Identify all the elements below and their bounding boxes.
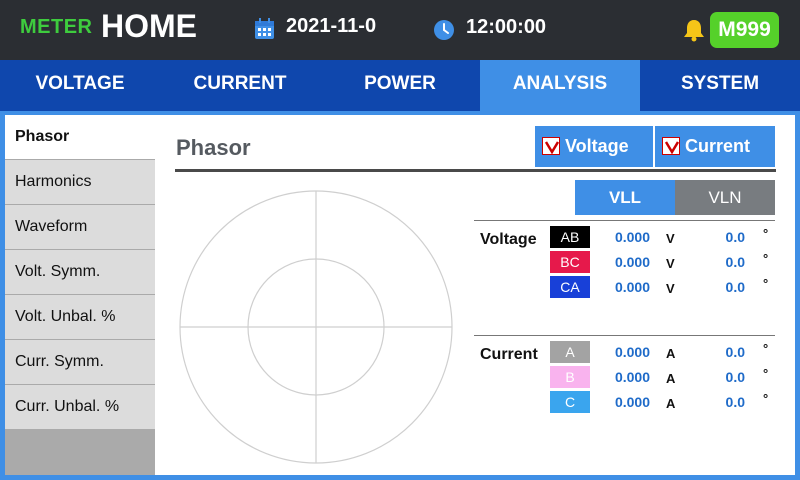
bell-icon[interactable] bbox=[683, 18, 705, 42]
voltage-value-ab: 0.000 bbox=[614, 229, 650, 245]
voltage-value-ca: 0.000 bbox=[614, 279, 650, 295]
tab-analysis[interactable]: ANALYSIS bbox=[480, 60, 640, 111]
tab-system[interactable]: SYSTEM bbox=[640, 60, 800, 111]
vll-mode-button[interactable]: VLL bbox=[575, 180, 675, 215]
tab-power[interactable]: POWER bbox=[320, 60, 480, 111]
voltage-degree-ab: ° bbox=[763, 226, 769, 241]
current-degree-b: ° bbox=[763, 366, 769, 381]
voltage-value-bc: 0.000 bbox=[614, 254, 650, 270]
current-degree-c: ° bbox=[763, 391, 769, 406]
voltage-angle-ca: 0.0 bbox=[725, 279, 745, 295]
sidebar-item-phasor[interactable]: Phasor bbox=[5, 115, 155, 159]
voltage-checkbox-icon bbox=[542, 137, 560, 155]
current-value-a: 0.000 bbox=[614, 344, 650, 360]
sidebar-item-curr-unbal[interactable]: Curr. Unbal. % bbox=[5, 385, 155, 429]
current-angle-b: 0.0 bbox=[725, 369, 745, 385]
voltage-degree-bc: ° bbox=[763, 251, 769, 266]
voltage-angle-bc: 0.0 bbox=[725, 254, 745, 270]
current-section-rule bbox=[474, 335, 775, 336]
current-toggle-label: Current bbox=[685, 136, 751, 156]
voltage-toggle-label: Voltage bbox=[565, 136, 629, 156]
tab-current[interactable]: CURRENT bbox=[160, 60, 320, 111]
current-unit-a: A bbox=[666, 346, 676, 361]
voltage-angle-ab: 0.0 bbox=[725, 229, 745, 245]
vln-mode-button[interactable]: VLN bbox=[675, 180, 775, 215]
main-tab-bar: VOLTAGE CURRENT POWER ANALYSIS SYSTEM bbox=[0, 60, 800, 111]
title-divider bbox=[175, 169, 776, 172]
current-angle-a: 0.0 bbox=[725, 344, 745, 360]
sidebar-item-curr-symm[interactable]: Curr. Symm. bbox=[5, 340, 155, 384]
top-bar: METER HOME 2021-11-0 12:00:00 M999 bbox=[0, 0, 800, 60]
phasor-diagram bbox=[179, 190, 453, 464]
sidebar-item-waveform[interactable]: Waveform bbox=[5, 205, 155, 249]
voltage-unit-ca: V bbox=[666, 281, 675, 296]
current-group-label: Current bbox=[480, 346, 538, 363]
current-value-c: 0.000 bbox=[614, 394, 650, 410]
page-title: HOME bbox=[101, 8, 197, 44]
current-checkbox-icon bbox=[662, 137, 680, 155]
current-unit-b: A bbox=[666, 371, 676, 386]
current-unit-c: A bbox=[666, 396, 676, 411]
tab-voltage[interactable]: VOLTAGE bbox=[0, 60, 160, 111]
voltage-group-label: Voltage bbox=[480, 231, 537, 248]
brand-label: METER bbox=[20, 16, 93, 38]
voltage-unit-bc: V bbox=[666, 256, 675, 271]
current-angle-c: 0.0 bbox=[725, 394, 745, 410]
voltage-degree-ca: ° bbox=[763, 276, 769, 291]
current-value-b: 0.000 bbox=[614, 369, 650, 385]
current-toggle-button[interactable]: Current bbox=[655, 126, 775, 167]
meter-id-badge[interactable]: M999 bbox=[710, 12, 779, 48]
voltage-unit-ab: V bbox=[666, 231, 675, 246]
voltage-toggle-button[interactable]: Voltage bbox=[535, 126, 653, 167]
current-degree-a: ° bbox=[763, 341, 769, 356]
panel-title: Phasor bbox=[176, 135, 251, 160]
sidebar-item-volt-unbal[interactable]: Volt. Unbal. % bbox=[5, 295, 155, 339]
date-display: 2021-11-0 bbox=[286, 15, 377, 37]
clock-icon bbox=[434, 20, 454, 40]
voltage-section-rule bbox=[474, 220, 775, 221]
calendar-icon bbox=[255, 18, 274, 39]
sidebar-item-volt-symm[interactable]: Volt. Symm. bbox=[5, 250, 155, 294]
time-display: 12:00:00 bbox=[466, 16, 547, 38]
sidebar-item-harmonics[interactable]: Harmonics bbox=[5, 160, 155, 204]
